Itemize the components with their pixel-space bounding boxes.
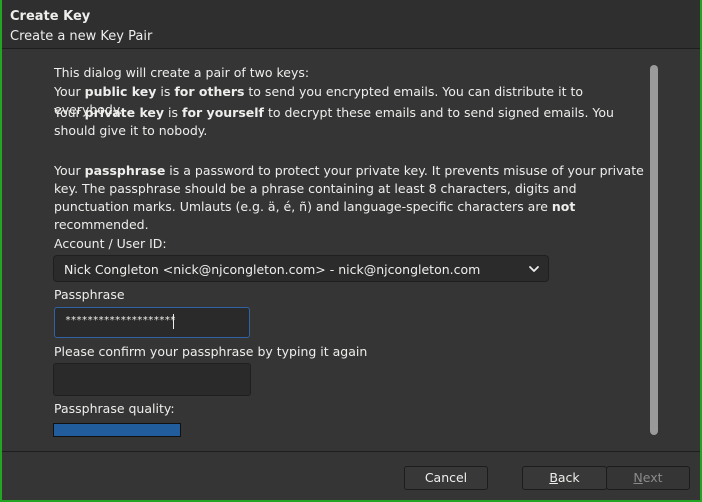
public-key-text-2: is [156,84,175,99]
dialog-header: Create Key Create a new Key Pair [2,0,700,49]
confirm-passphrase-label: Please confirm your passphrase by typing… [54,344,368,359]
passphrase-quality-label: Passphrase quality: [54,401,175,416]
passphrase-label: Passphrase [54,287,125,302]
cancel-button[interactable]: Cancel [404,466,488,490]
passphrase-term: passphrase [84,163,166,178]
private-key-term: private key [84,105,165,120]
scrollbar[interactable] [650,65,658,435]
create-key-dialog: Create Key Create a new Key Pair This di… [0,0,702,502]
back-button[interactable]: Back [522,466,607,490]
passphrase-input-value: ******************** [65,315,176,326]
private-key-audience: for yourself [182,105,264,120]
passphrase-text-1: Your [54,163,85,178]
dialog-title: Create Key [10,9,91,24]
passphrase-quality-fill [54,424,180,436]
passphrase-not: not [551,199,576,214]
passphrase-input[interactable]: ******************** [54,307,250,338]
public-key-text-1: Your [54,84,85,99]
dialog-footer: Cancel Back Next [2,452,700,500]
chevron-down-icon [529,266,539,272]
account-label: Account / User ID: [54,236,167,251]
account-select-value: Nick Congleton <nick@njcongleton.com> - … [64,262,481,277]
private-key-description: Your private key is for yourself to decr… [54,104,644,140]
confirm-passphrase-input[interactable] [53,363,251,396]
intro-text: This dialog will create a pair of two ke… [54,65,310,80]
private-key-text-1: Your [54,105,85,120]
dialog-content: This dialog will create a pair of two ke… [2,49,700,452]
passphrase-text-3: recommended. [54,217,149,232]
private-key-text-2: is [164,105,182,120]
account-select[interactable]: Nick Congleton <nick@njcongleton.com> - … [53,255,549,282]
public-key-term: public key [84,84,157,99]
next-button[interactable]: Next [606,466,690,490]
public-key-audience: for others [174,84,245,99]
dialog-subtitle: Create a new Key Pair [10,29,153,44]
passphrase-quality-bar [53,423,181,437]
text-caret [173,314,174,329]
passphrase-description: Your passphrase is a password to protect… [54,162,644,234]
